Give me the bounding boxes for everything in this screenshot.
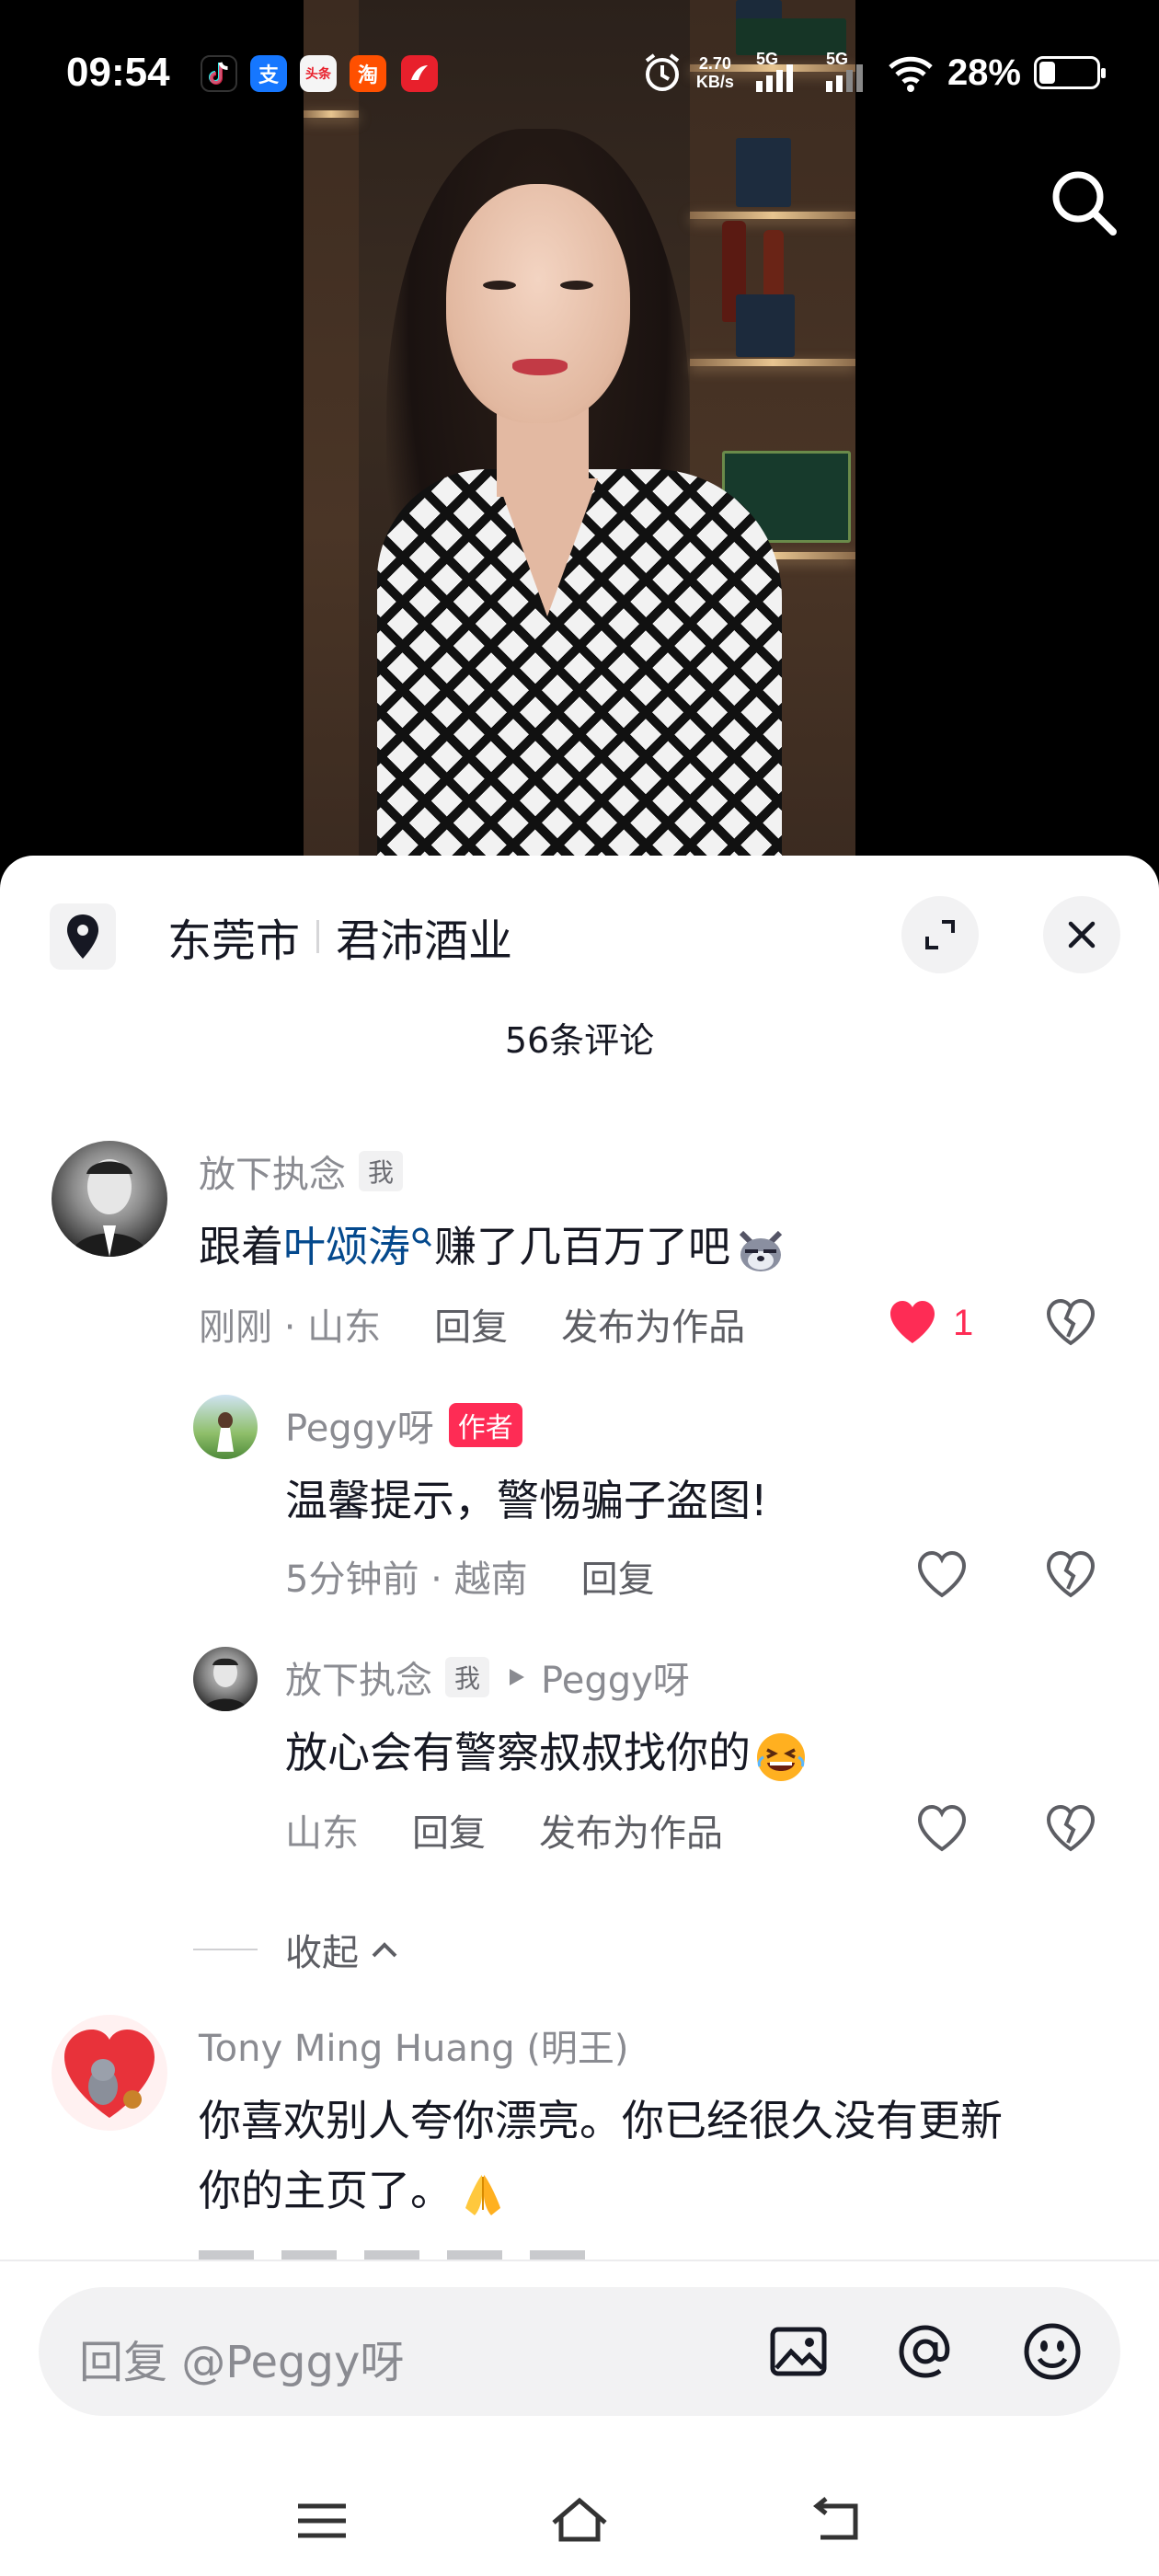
heart-icon[interactable]: [916, 1803, 968, 1855]
wolf-emoji-icon: [734, 1224, 787, 1277]
status-right: 2.70 KB/s 5G 5G 28%: [641, 50, 1106, 94]
like-count: 1: [953, 1303, 974, 1343]
expand-icon: [925, 920, 955, 949]
alarm-icon: [645, 53, 680, 91]
battery-icon: [1034, 56, 1106, 89]
location-city: 东莞市: [167, 915, 301, 967]
comment-meta: 山东 回复 发布为作品: [285, 1803, 723, 1857]
menu-icon[interactable]: [289, 2493, 355, 2548]
location-row[interactable]: 东莞市 君沛酒业: [50, 903, 512, 970]
reply-input[interactable]: 回复 @Peggy呀: [39, 2287, 1120, 2416]
comment-username[interactable]: Tony Ming Huang (明王): [199, 2018, 629, 2072]
avatar[interactable]: [52, 2015, 167, 2131]
home-icon[interactable]: [546, 2493, 613, 2548]
back-icon[interactable]: [804, 2493, 870, 2548]
self-tag: 我: [445, 1657, 490, 1697]
self-tag: 我: [359, 1151, 404, 1191]
comment-username[interactable]: 放下执念 我: [199, 1144, 404, 1198]
location-pin-icon: [50, 903, 116, 970]
comment-username[interactable]: Peggy呀 作者: [285, 1398, 522, 1452]
chevron-up-icon: [372, 1942, 397, 1958]
comment-meta: 刚刚 · 山东 回复 发布为作品: [199, 1297, 745, 1351]
battery-percent: 28%: [947, 52, 1021, 93]
reply-to-user[interactable]: Peggy呀: [541, 1650, 690, 1704]
ifeng-icon: [401, 55, 438, 92]
signal-icon: 5G: [817, 50, 874, 94]
collapse-label: 收起: [285, 1932, 359, 1974]
comment-text: 跟着叶颂涛 赚了几百万了吧: [199, 1213, 787, 1281]
comment-meta: 5分钟前 · 越南 回复: [285, 1549, 655, 1603]
taobao-icon: 淘: [350, 55, 386, 92]
net-speed: 2.70 KB/s: [695, 54, 734, 91]
dislike-icon[interactable]: [1045, 1549, 1096, 1601]
author-badge: 作者: [448, 1403, 522, 1447]
collapse-replies-button[interactable]: 收起: [193, 1923, 403, 1976]
reply-input-placeholder: 回复 @Peggy呀: [79, 2337, 405, 2388]
comment-meta-partial: [199, 2237, 1119, 2260]
collapse-divider: [193, 1949, 258, 1950]
reply-button[interactable]: 回复: [412, 1803, 486, 1857]
presenter: [359, 129, 837, 883]
comments-count: 56条评论: [504, 1020, 655, 1061]
location-shop: 君沛酒业: [336, 915, 513, 967]
status-time: 09:54: [66, 50, 170, 95]
toutiao-icon: 头条: [300, 55, 337, 92]
comment-text: 温馨提示，警惕骗子盗图!: [285, 1476, 768, 1525]
heart-icon[interactable]: [916, 1549, 968, 1601]
reply-arrow-icon: [510, 1669, 525, 1685]
publish-as-work-button[interactable]: 发布为作品: [561, 1297, 745, 1351]
mention-link[interactable]: 叶颂涛: [283, 1222, 434, 1271]
publish-as-work-button[interactable]: 发布为作品: [539, 1803, 723, 1857]
search-icon[interactable]: [1045, 164, 1122, 241]
status-bar: 09:54 支 头条 淘 2.70 KB/s 5G 5G 28%: [0, 0, 1159, 147]
signal-icon: 5G: [747, 50, 804, 94]
laughing-emoji-icon: [754, 1730, 808, 1783]
system-nav-bar: [0, 2473, 1159, 2565]
dislike-icon[interactable]: [1045, 1297, 1096, 1349]
emoji-icon[interactable]: [1019, 2318, 1085, 2385]
heart-filled-icon[interactable]: [887, 1297, 938, 1349]
praying-hands-emoji-icon: [456, 2168, 510, 2221]
comment-text: 你喜欢别人夸你漂亮。你已经很久没有更新: [199, 2096, 1003, 2145]
tiktok-icon: [201, 55, 237, 92]
alipay-icon: 支: [250, 55, 287, 92]
wifi-icon: [889, 56, 933, 92]
dislike-icon[interactable]: [1045, 1803, 1096, 1855]
comment-text: 你的主页了。: [199, 2156, 510, 2225]
image-icon[interactable]: [765, 2318, 832, 2385]
comment-username[interactable]: 放下执念 我 Peggy呀: [285, 1650, 690, 1704]
close-button[interactable]: [1043, 896, 1120, 973]
avatar[interactable]: [193, 1395, 258, 1459]
location-divider: [316, 920, 320, 953]
reply-input-bar: 回复 @Peggy呀: [0, 2260, 1159, 2576]
avatar[interactable]: [193, 1647, 258, 1711]
close-icon: [1068, 921, 1096, 949]
comment-text: 放心会有警察叔叔找你的: [285, 1719, 808, 1787]
mention-search-icon: [412, 1227, 432, 1248]
avatar[interactable]: [52, 1141, 167, 1257]
reply-button[interactable]: 回复: [581, 1549, 655, 1603]
mention-at-icon[interactable]: [892, 2318, 958, 2385]
toutiao-label: 头条: [305, 67, 331, 82]
expand-button[interactable]: [901, 896, 979, 973]
reply-button[interactable]: 回复: [434, 1297, 508, 1351]
